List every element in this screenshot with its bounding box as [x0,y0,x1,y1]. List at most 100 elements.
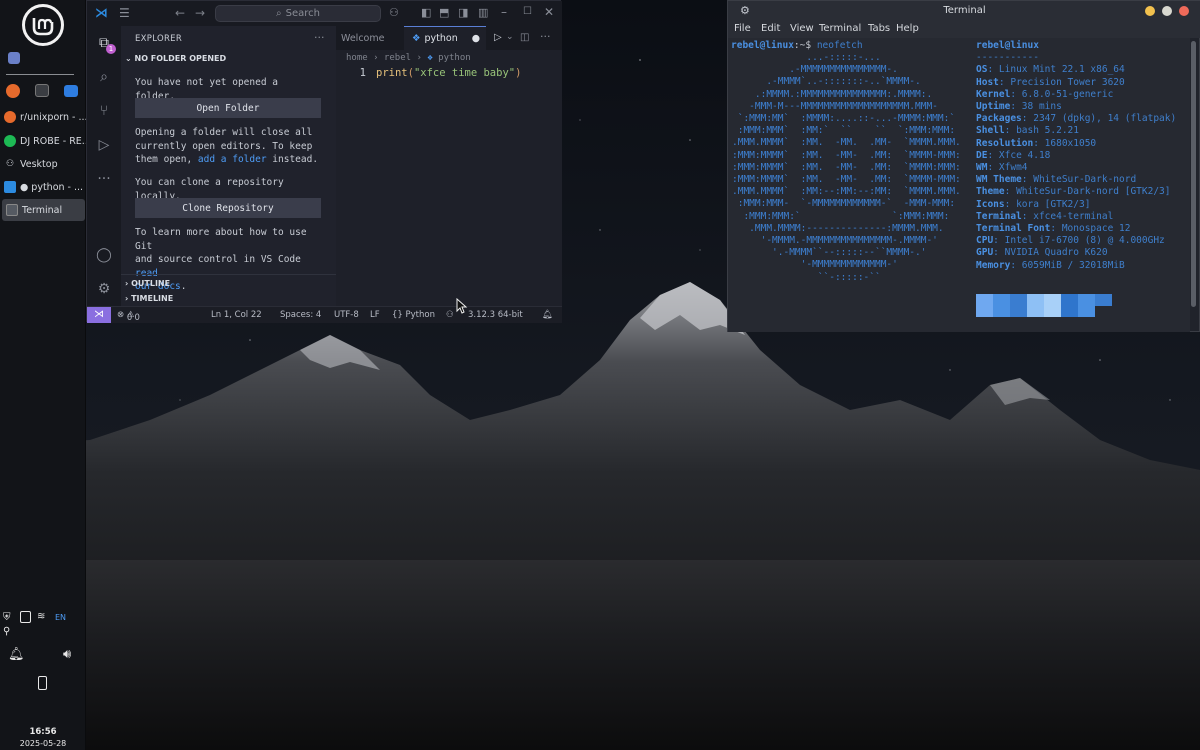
encoding-status[interactable]: UTF-8 [334,310,359,320]
info-colon: : [1004,198,1017,210]
menu-view[interactable]: View [790,23,814,34]
minimize-icon[interactable]: – [501,5,507,19]
copilot-icon[interactable]: ⚇ [389,6,399,19]
volume-icon[interactable]: 🔊︎ [63,647,71,662]
maximize-icon[interactable]: ☐ [523,6,532,17]
task-spotify[interactable]: DJ ROBE - RE... [0,130,86,152]
account-icon[interactable]: ◯ [95,246,113,264]
no-folder-section[interactable]: ⌄ NO FOLDER OPENED [125,54,226,63]
info-value: 2347 (dpkg), 14 (flatpak) [1033,113,1177,125]
add-folder-link[interactable]: add a folder [198,154,267,165]
mouse-cursor-icon [456,298,468,314]
menu-help[interactable]: Help [896,23,919,34]
network-icon[interactable]: ⚲ [3,626,10,637]
notifications-bell-icon[interactable]: 🔔︎ [542,310,553,320]
task-terminal[interactable]: Terminal [2,199,85,221]
remote-icon[interactable]: ⋊ [87,307,111,323]
forward-arrow-icon[interactable]: → [195,6,205,20]
battery-icon[interactable] [38,676,47,690]
linux-mint-logo-icon[interactable] [22,4,64,46]
outline-section[interactable]: › OUTLINE [125,279,170,288]
shield-icon[interactable]: ⛨ [3,612,11,623]
info-value: Xfce 4.18 [998,149,1051,161]
info-row: Packages: 2347 (dpkg), 14 (flatpak) [976,113,1176,125]
language-mode[interactable]: {} Python [392,310,435,320]
cursor-position[interactable]: Ln 1, Col 22 [211,310,262,320]
firefox-icon[interactable] [6,84,20,98]
split-editor-icon[interactable]: ◫ [520,32,529,43]
section-title: TIMELINE [131,294,174,303]
bell-icon[interactable]: 🔔︎ [8,647,25,662]
clock-time[interactable]: 16:56 [0,727,86,737]
search-input[interactable]: ⌕ Search [215,5,381,22]
files-icon[interactable] [64,85,78,97]
layout-sidebar-icon[interactable]: ◧ [421,6,431,19]
ascii-line: '-MMMMMMMMMMMMM-' [732,259,898,271]
code-text: print("xfce time baby") [376,67,521,79]
layout-panel-icon[interactable]: ⬒ [439,6,449,19]
task-vscode[interactable]: ● python - ... [0,176,86,198]
info-colon: : [993,235,1005,247]
customize-layout-icon[interactable]: ▥ [478,6,488,19]
breadcrumb-item[interactable]: rebel [384,53,411,63]
maximize-button[interactable] [1162,6,1172,16]
editor-more-icon[interactable]: ··· [540,30,551,43]
run-dropdown-icon[interactable]: ⌄ [506,32,514,42]
terminal-launcher-icon[interactable] [35,84,49,97]
info-line: currently open editors. To keep [135,140,313,152]
breadcrumb-item[interactable]: home [346,53,368,63]
task-label: Terminal [22,204,63,216]
clock-date[interactable]: 2025-05-28 [0,739,86,748]
info-colon: : [1010,259,1022,271]
search-sidebar-icon[interactable]: ⌕ [95,68,113,86]
info-value: NVIDIA Quadro K620 [1004,247,1108,259]
chevron-right-icon: › [373,53,384,63]
timeline-section[interactable]: › TIMELINE [125,294,173,303]
code-string: "xfce time baby" [413,67,516,79]
menu-edit[interactable]: Edit [761,23,780,34]
menu-file[interactable]: File [734,23,751,34]
task-firefox[interactable]: r/unixporn - ... [0,106,86,128]
close-button[interactable] [1179,6,1189,16]
terminal-output[interactable]: rebel@linux:~$ neofetch ...-:::::-... .-… [728,38,1190,332]
tab-python[interactable]: ❖ python ● [404,26,486,50]
breadcrumb-item[interactable]: python [438,53,471,63]
task-vesktop[interactable]: ⚇ Vesktop [0,153,86,175]
problems-status[interactable]: ⊗ 0 ⚠ 0 [117,310,140,323]
open-folder-button[interactable]: Open Folder [135,98,321,118]
source-control-icon[interactable]: ⑂ [95,102,113,120]
settings-gear-icon[interactable]: ⚙ [95,280,113,298]
terminal-scrollbar[interactable] [1191,41,1196,307]
back-arrow-icon[interactable]: ← [175,6,185,20]
clipboard-icon[interactable] [20,611,31,623]
mint-ascii-logo: ...-:::::-... .-MMMMMMMMMMMMMMM-. .-MMMM… [732,52,961,284]
show-desktop-icon[interactable] [8,52,20,64]
run-icon[interactable]: ▷ [494,32,502,43]
menu-tabs[interactable]: Tabs [868,23,890,34]
ascii-line: '.-MMMM``--:::::--``MMMM-.' [732,247,927,259]
info-row: CPU: Intel i7-6700 (8) @ 4.000GHz [976,235,1176,247]
minimize-button[interactable] [1145,6,1155,16]
run-debug-icon[interactable]: ▷ [95,136,113,154]
section-divider [121,274,336,275]
wifi-icon[interactable]: ≋ [37,611,45,622]
window-menu-gear-icon[interactable]: ⚙ [740,1,750,21]
info-colon: : [993,247,1005,259]
tab-welcome[interactable]: Welcome [336,26,404,50]
clone-repository-button[interactable]: Clone Repository [135,198,321,218]
eol-status[interactable]: LF [370,310,380,320]
menu-icon[interactable]: ☰ [119,6,130,20]
python-interpreter[interactable]: 3.12.3 64-bit [468,310,523,320]
ascii-line: :MMM:MMMM` :MM. -MM- .MM: `MMMM:MMM: [732,161,961,173]
close-icon[interactable]: ✕ [544,5,554,19]
code-editor[interactable]: home › rebel › ❖ python 1 print("xfce ti… [336,50,562,306]
keyboard-layout[interactable]: EN [55,613,66,622]
more-icon[interactable]: ··· [95,170,113,188]
read-docs-link[interactable]: read [135,268,158,279]
menu-terminal[interactable]: Terminal [819,23,861,34]
copilot-status-icon[interactable]: ⚇ [446,310,454,320]
layout-secondary-icon[interactable]: ◨ [458,6,468,19]
explorer-more-icon[interactable]: ··· [314,31,325,44]
unsaved-dot-icon[interactable]: ● [472,33,480,44]
indentation-status[interactable]: Spaces: 4 [280,310,321,320]
